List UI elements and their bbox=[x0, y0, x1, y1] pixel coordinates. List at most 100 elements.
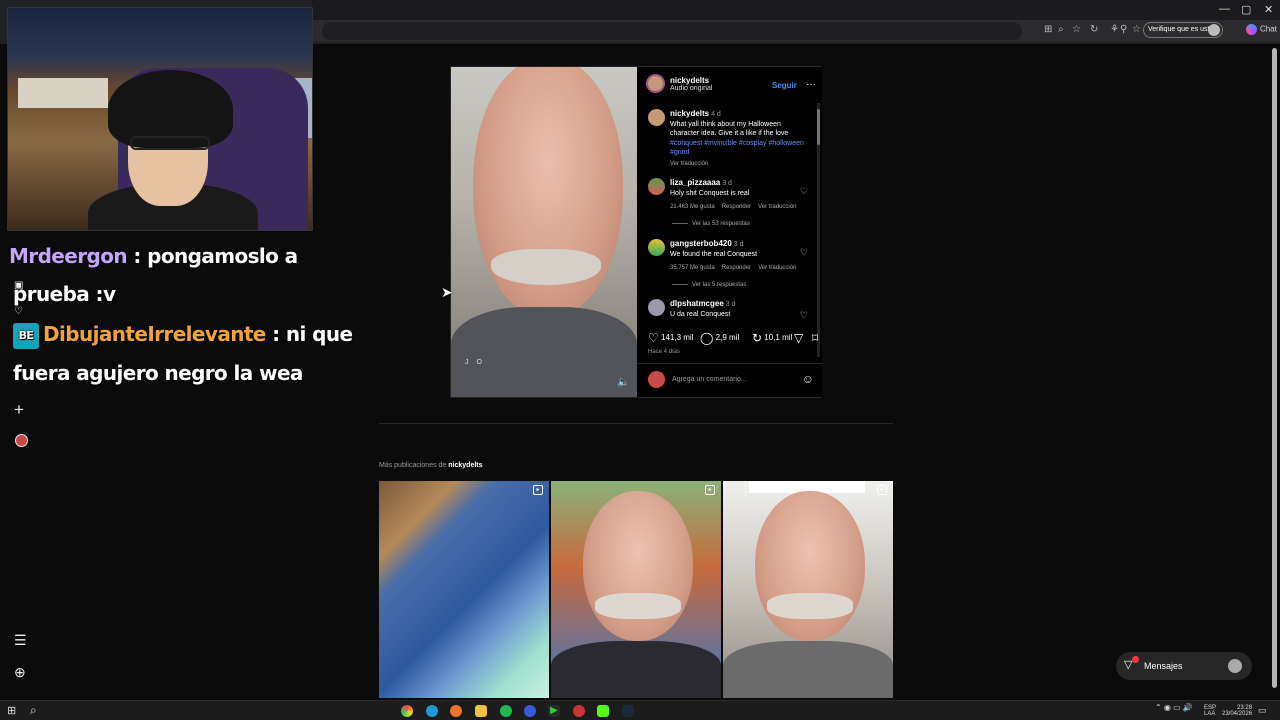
post-thumbnail[interactable]: ▸ bbox=[723, 481, 893, 698]
author-username[interactable]: nickydelts bbox=[670, 76, 712, 85]
comment-count: 2,9 mil bbox=[715, 333, 740, 343]
notification-icon[interactable]: ▭ bbox=[1258, 705, 1267, 716]
commenter-avatar[interactable] bbox=[648, 299, 665, 316]
split-icon[interactable]: ⚲ bbox=[1120, 24, 1127, 35]
caption-translate-link[interactable]: Ver traducción bbox=[670, 160, 810, 170]
author-avatar[interactable] bbox=[648, 109, 665, 126]
reply-link[interactable]: Responder bbox=[722, 204, 751, 210]
mute-icon[interactable]: 🔈 bbox=[617, 377, 629, 388]
maximize-icon[interactable]: ▢ bbox=[1241, 3, 1251, 16]
clock[interactable]: 23:28 23/04/2026 bbox=[1222, 705, 1252, 717]
chat-username: DibujanteIrrelevante bbox=[43, 322, 266, 346]
page-scrollbar[interactable] bbox=[1271, 46, 1278, 698]
post-age: Hace 4 días bbox=[648, 349, 681, 355]
chat-separator: : bbox=[126, 244, 148, 268]
verify-identity-button[interactable]: Verifique que es usted bbox=[1143, 22, 1223, 38]
post-thumbnail[interactable]: ▸ bbox=[551, 481, 721, 698]
steam-icon[interactable] bbox=[622, 705, 634, 717]
repost-count: 10,1 mil bbox=[764, 333, 793, 343]
more-options-icon[interactable]: ··· bbox=[806, 79, 816, 90]
minimize-icon[interactable]: — bbox=[1219, 3, 1230, 15]
like-button[interactable]: ♡ 141,3 mil bbox=[648, 331, 693, 345]
app-icon[interactable] bbox=[524, 705, 536, 717]
translate-link[interactable]: Ver traducción bbox=[758, 204, 796, 210]
caption-time: 4 d bbox=[711, 111, 721, 118]
like-comment-icon[interactable]: ♡ bbox=[800, 247, 808, 258]
like-count: 141,3 mil bbox=[661, 333, 694, 343]
comment-username[interactable]: liza_pizzaaaa bbox=[670, 178, 720, 187]
comment-button[interactable]: ◯ 2,9 mil bbox=[700, 331, 739, 345]
audio-label[interactable]: Audio original bbox=[670, 85, 712, 92]
like-comment-icon[interactable]: ♡ bbox=[800, 310, 808, 321]
comment-input[interactable]: Agrega un comentario... bbox=[672, 376, 747, 383]
windows-start-icon[interactable]: ⊞ bbox=[7, 704, 16, 717]
commenter-avatar[interactable] bbox=[648, 239, 665, 256]
threads-icon[interactable]: ⊕ bbox=[14, 664, 26, 681]
comment-username[interactable]: gangsterbob420 bbox=[670, 239, 732, 248]
record-icon[interactable] bbox=[573, 705, 585, 717]
search-icon[interactable]: ⌕ bbox=[30, 703, 37, 718]
caption-text: What yall think about my Halloween chara… bbox=[670, 120, 789, 138]
section-divider bbox=[379, 423, 893, 424]
collections-icon[interactable]: ☆ bbox=[1132, 24, 1141, 35]
follow-button[interactable]: Seguir bbox=[772, 81, 797, 90]
windows-taskbar: ⊞ ⌕ ▶ ⌃ ◉ ▭ 🔊 ESP LAA 23:28 23/04/2026 ▭ bbox=[0, 700, 1280, 720]
messages-button[interactable]: ▽ Mensajes bbox=[1116, 652, 1252, 680]
clock-date: 23/04/2026 bbox=[1222, 711, 1253, 717]
play-icon[interactable]: ▶ bbox=[548, 705, 560, 717]
url-field[interactable] bbox=[322, 22, 1022, 40]
notifications-icon[interactable]: ♡ bbox=[14, 306, 23, 317]
comment-username[interactable]: dlpshatmcgee bbox=[670, 299, 724, 308]
kick-icon[interactable] bbox=[597, 705, 609, 717]
scrollbar-thumb[interactable] bbox=[1272, 48, 1277, 688]
close-icon[interactable]: ✕ bbox=[1264, 3, 1273, 16]
copilot-chat-button[interactable]: Chat bbox=[1246, 24, 1277, 35]
like-comment-icon[interactable]: ♡ bbox=[800, 186, 808, 197]
file-explorer-icon[interactable] bbox=[475, 705, 487, 717]
zoom-icon[interactable]: ⌕ bbox=[1058, 24, 1064, 35]
author-avatar[interactable] bbox=[646, 74, 665, 93]
chrome-icon[interactable] bbox=[401, 705, 413, 717]
firefox-icon[interactable] bbox=[450, 705, 462, 717]
refresh-icon[interactable]: ↻ bbox=[1090, 24, 1098, 35]
thumb-shirt bbox=[551, 641, 721, 698]
tray-icons[interactable]: ⌃ ◉ ▭ 🔊 bbox=[1155, 704, 1193, 712]
comments-scrollbar[interactable] bbox=[817, 103, 820, 357]
comment-likes: 35.757 Me gusta bbox=[670, 265, 715, 272]
commenter-avatar[interactable] bbox=[648, 178, 665, 195]
favorite-icon[interactable]: ☆ bbox=[1072, 24, 1081, 35]
chat-text: ni que bbox=[285, 322, 353, 346]
share-icon[interactable]: ▽ bbox=[794, 331, 803, 345]
chat-text: prueba :v bbox=[13, 282, 116, 306]
emoji-icon[interactable]: ☺ bbox=[802, 372, 814, 386]
post-video[interactable]: J O 🔈 bbox=[451, 67, 637, 397]
view-replies-link[interactable]: Ver las 5 respuestas bbox=[672, 282, 746, 288]
comment-text: U da real Conquest bbox=[670, 310, 731, 318]
spotify-icon[interactable] bbox=[500, 705, 512, 717]
chat-message-1-cont: prueba :v bbox=[13, 282, 116, 306]
create-icon[interactable]: + bbox=[14, 400, 24, 420]
post-thumbnail[interactable]: ▸ bbox=[379, 481, 549, 698]
edge-icon[interactable] bbox=[426, 705, 438, 717]
caption-hashtags[interactable]: #conquest #invincible #cosplay #hollowee… bbox=[670, 139, 810, 158]
tab-bar bbox=[312, 0, 1280, 20]
reel-icon: ▸ bbox=[877, 485, 887, 495]
unread-badge bbox=[1132, 656, 1139, 663]
extensions-icon[interactable]: ⚘ bbox=[1110, 24, 1119, 35]
caption-username[interactable]: nickydelts bbox=[670, 109, 709, 118]
comment-time: 3 d bbox=[722, 180, 732, 187]
view-replies-link[interactable]: Ver las 53 respuestas bbox=[672, 221, 750, 227]
repost-button[interactable]: ↻ 10,1 mil bbox=[752, 331, 792, 345]
comment-input-row[interactable]: Agrega un comentario... ☺ bbox=[648, 371, 818, 389]
translate-link[interactable]: Ver traducción bbox=[758, 265, 796, 271]
language-indicator[interactable]: ESP LAA bbox=[1204, 705, 1216, 717]
menu-icon[interactable]: ☰ bbox=[14, 632, 27, 649]
more-posts-heading: Más publicaciones de nickydelts bbox=[379, 462, 483, 469]
scrollbar-thumb[interactable] bbox=[817, 109, 820, 145]
reels-icon[interactable]: ▣ bbox=[14, 280, 23, 291]
bookmark-icon[interactable]: ⌑ bbox=[812, 331, 818, 345]
app-icon[interactable]: ⊞ bbox=[1044, 24, 1052, 35]
profile-avatar[interactable] bbox=[15, 434, 28, 447]
more-posts-username[interactable]: nickydelts bbox=[448, 462, 482, 469]
reply-link[interactable]: Responder bbox=[722, 265, 751, 271]
